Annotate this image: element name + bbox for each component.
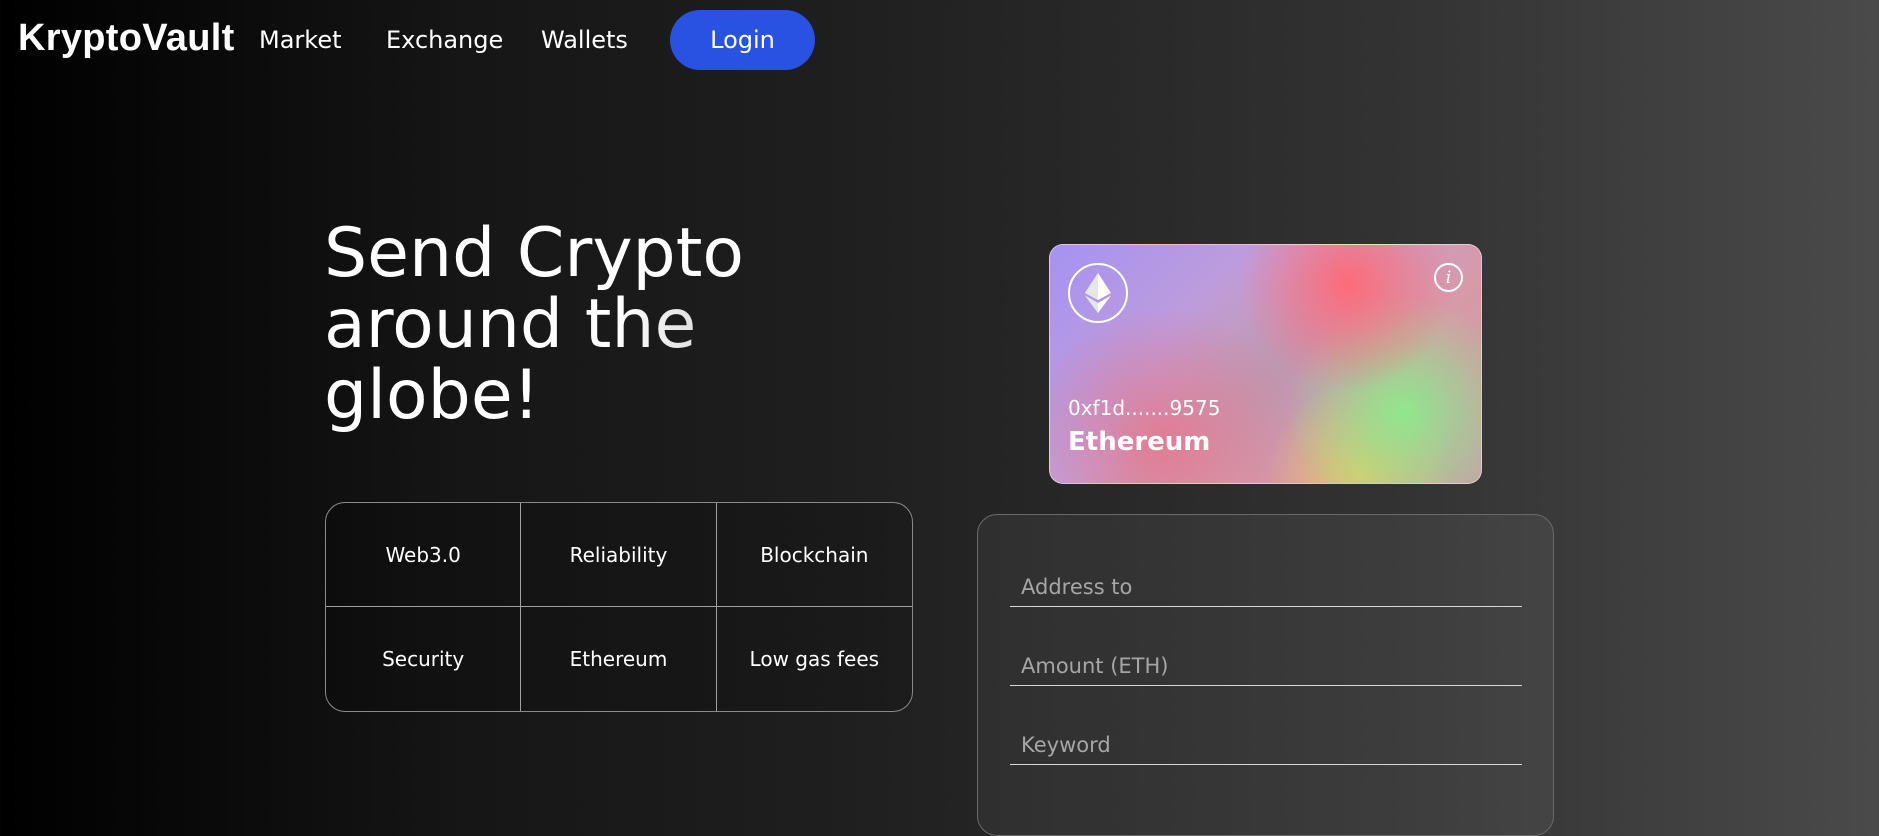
ethereum-logo-glyph	[1085, 273, 1111, 313]
feature-cell: Web3.0	[326, 503, 522, 607]
feature-cell: Security	[326, 607, 522, 711]
nav-link-market[interactable]: Market	[259, 26, 342, 54]
amount-input[interactable]	[1010, 646, 1522, 686]
brand-logo[interactable]: KryptoVault	[18, 17, 235, 60]
features-grid: Web3.0 Reliability Blockchain Security E…	[325, 502, 913, 712]
send-form	[977, 514, 1554, 836]
nav-link-exchange[interactable]: Exchange	[386, 26, 503, 54]
feature-cell: Ethereum	[521, 607, 717, 711]
wallet-address: 0xf1d.......9575	[1068, 396, 1221, 420]
feature-cell: Blockchain	[716, 503, 912, 607]
nav-link-wallets[interactable]: Wallets	[541, 26, 628, 54]
feature-cell: Low gas fees	[749, 647, 880, 671]
address-to-input[interactable]	[1010, 567, 1522, 607]
keyword-input[interactable]	[1010, 725, 1522, 765]
hero-heading: Send Crypto around the globe!	[324, 218, 884, 431]
info-icon[interactable]: i	[1434, 263, 1463, 292]
ethereum-icon	[1068, 263, 1128, 323]
login-button[interactable]: Login	[670, 10, 815, 70]
hero-line-1: Send Crypto	[324, 214, 744, 293]
hero-line-2: around the	[324, 289, 884, 360]
ethereum-card: i 0xf1d.......9575 Ethereum	[1049, 244, 1482, 484]
hero-line-3: globe!	[324, 356, 540, 435]
feature-cell: Reliability	[521, 503, 717, 607]
network-name: Ethereum	[1068, 427, 1211, 457]
